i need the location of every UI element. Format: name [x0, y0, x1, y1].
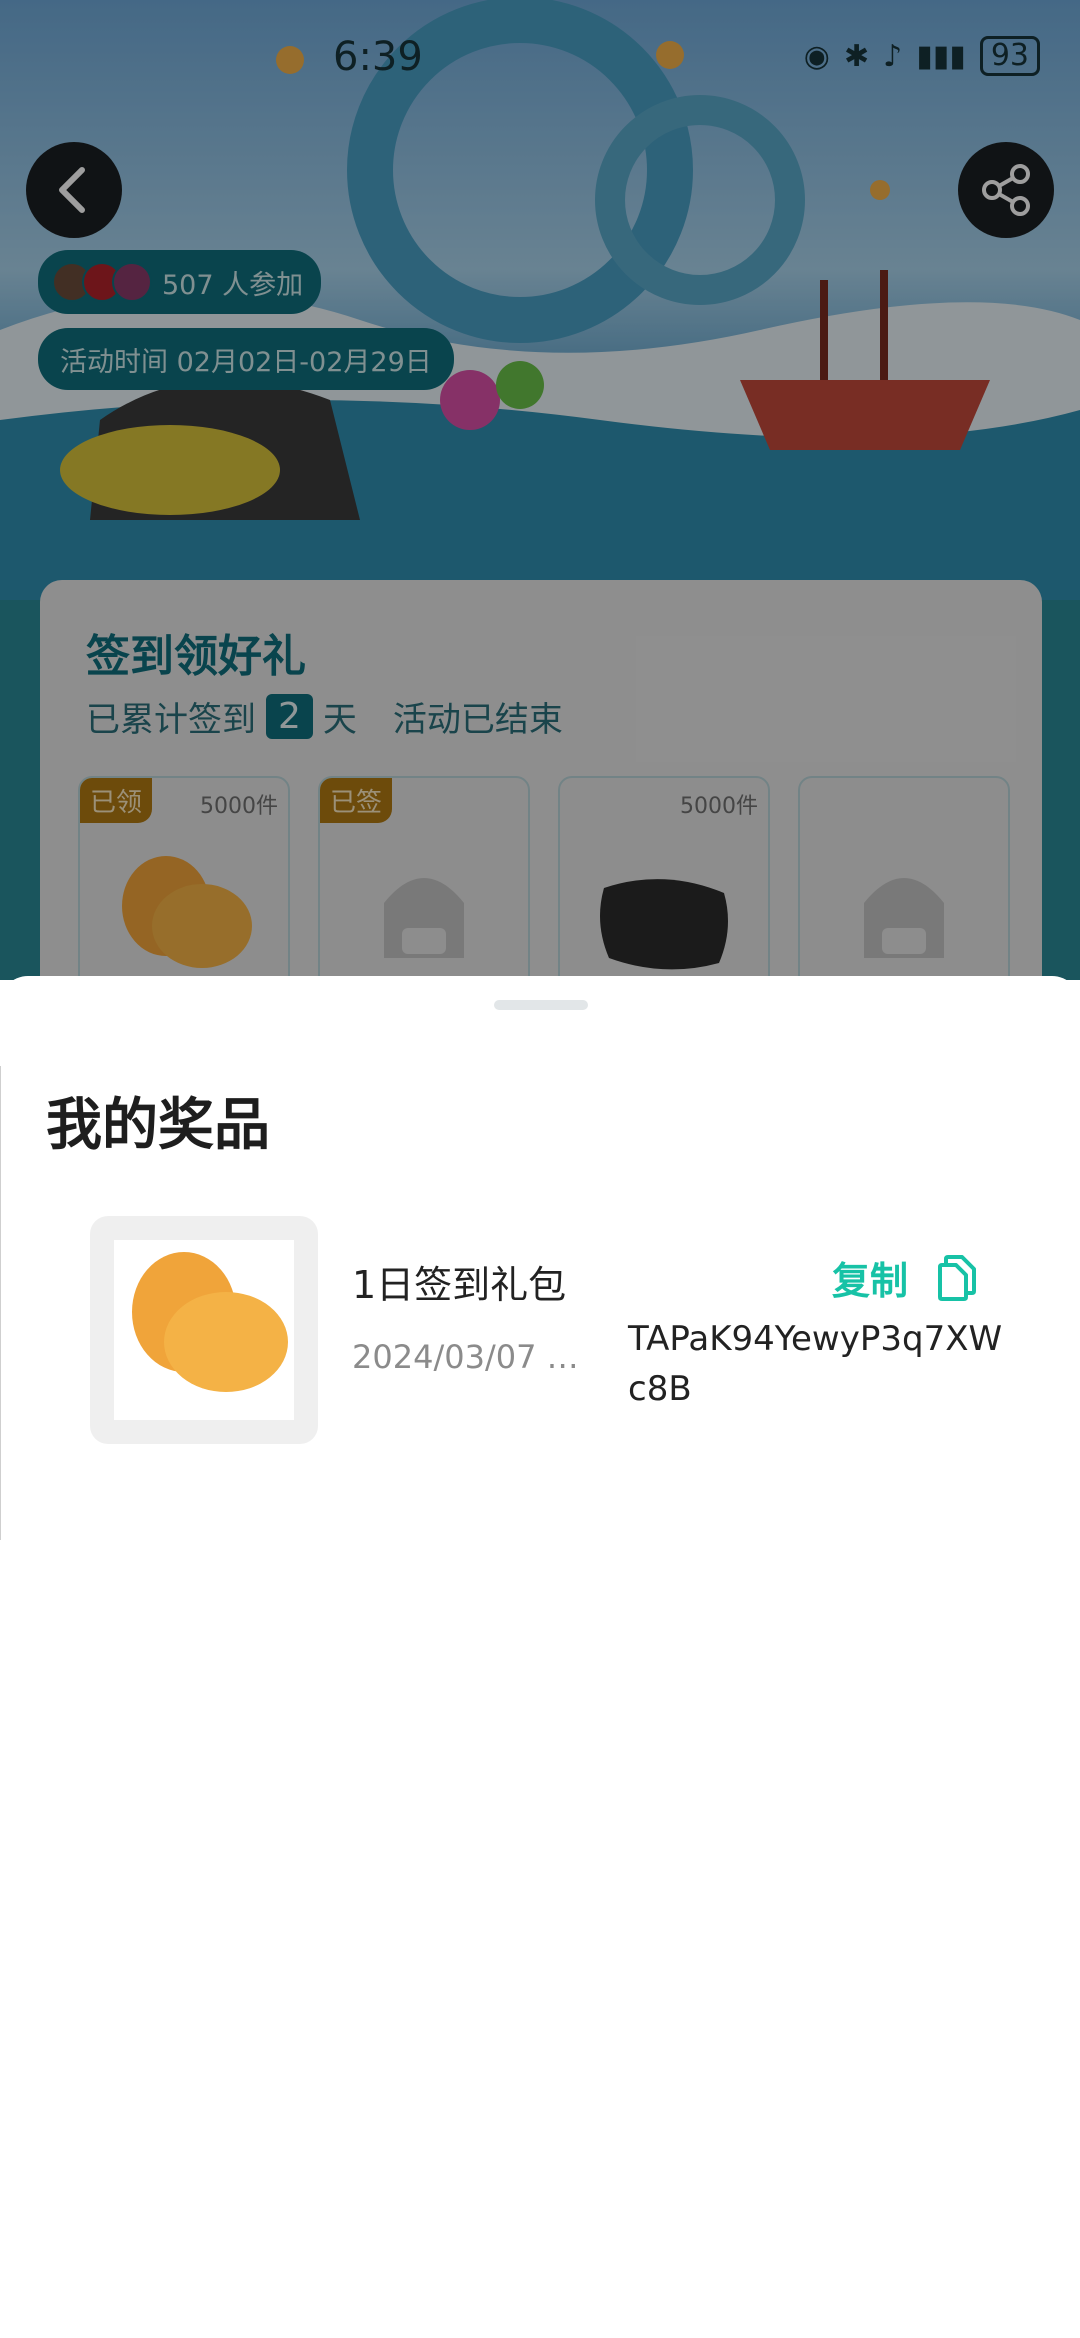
sheet-title: 我的奖品: [46, 1093, 270, 1158]
prize-code[interactable]: TAPaK94YewyP3q7XWc8B: [628, 1314, 1008, 1414]
dim-overlay[interactable]: [0, 0, 1080, 980]
prize-item: 1日签到礼包 2024/03/07 … 复制 TAPaK94YewyP3q7XW…: [90, 1216, 1002, 1446]
my-prizes-sheet: 我的奖品 1日签到礼包 2024/03/07 … 复制 TAPaK94YewyP…: [0, 976, 1080, 2338]
prize-thumbnail: [90, 1216, 318, 1444]
drag-handle[interactable]: [494, 1000, 588, 1010]
orange-candy-icon: [132, 1252, 288, 1392]
copy-button[interactable]: 复制: [832, 1250, 978, 1305]
prize-date: 2024/03/07 …: [352, 1338, 579, 1376]
prize-name: 1日签到礼包: [352, 1263, 567, 1307]
copy-label: 复制: [832, 1259, 909, 1303]
copy-icon: [938, 1254, 977, 1301]
divider: [0, 1066, 1, 1540]
